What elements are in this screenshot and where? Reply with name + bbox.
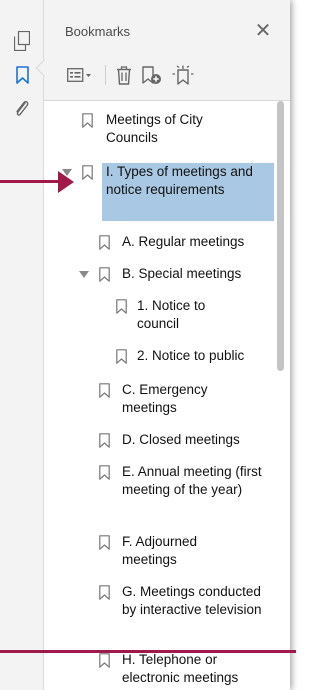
scrollbar[interactable]	[276, 101, 286, 690]
bookmark-icon	[99, 383, 110, 398]
panel-header: Bookmarks ✕	[44, 0, 290, 52]
bookmark-icon	[82, 165, 93, 180]
bookmark-label: I. Types of meetings and notice requirem…	[102, 163, 274, 221]
close-icon[interactable]: ✕	[254, 21, 272, 41]
bookmark-label: Meetings of City Councils	[106, 112, 203, 145]
bookmark-item[interactable]: D. Closed meetings	[44, 431, 274, 451]
bookmark-item[interactable]: Meetings of City Councils	[44, 111, 274, 151]
bookmark-icon	[99, 267, 110, 282]
bookmark-item[interactable]: A. Regular meetings	[44, 233, 274, 253]
new-bookmark-icon[interactable]	[136, 63, 168, 87]
bookmark-item[interactable]: 2. Notice to public	[44, 347, 274, 367]
bookmark-icon	[99, 235, 110, 250]
annotation-arrow-line	[0, 180, 60, 183]
bookmark-label: D. Closed meetings	[122, 432, 240, 447]
bookmark-item[interactable]: C. Emergency meetings	[44, 381, 274, 421]
panel-title: Bookmarks	[65, 24, 131, 39]
annotation-divider-line	[0, 650, 296, 653]
disclosure-triangle-icon[interactable]	[79, 271, 89, 278]
bookmark-label: B. Special meetings	[122, 266, 242, 281]
bookmark-label: F. Adjourned meetings	[122, 534, 198, 567]
bookmark-item[interactable]: B. Special meetings	[44, 265, 274, 285]
bookmark-item-selected[interactable]: I. Types of meetings and notice requirem…	[44, 163, 274, 221]
bookmarks-tree-area: Meetings of City Councils I. Types of me…	[44, 100, 290, 690]
paperclip-icon[interactable]	[10, 97, 34, 121]
bookmark-label: H. Telephone or electronic meetings	[122, 652, 239, 685]
scroll-thumb[interactable]	[277, 101, 284, 371]
bookmark-item[interactable]: F. Adjourned meetings	[44, 533, 274, 573]
bookmarks-window: Bookmarks ✕ Meetings of City Councils I.…	[0, 0, 290, 690]
bookmark-icon	[116, 349, 127, 364]
bookmark-item[interactable]: H. Telephone or electronic meetings	[44, 651, 274, 690]
options-menu-icon[interactable]	[65, 63, 99, 87]
bookmark-label: 2. Notice to public	[137, 348, 245, 363]
bookmark-icon	[99, 465, 110, 480]
bookmark-icon	[99, 653, 110, 668]
bookmark-label: A. Regular meetings	[122, 234, 245, 249]
bookmark-label: C. Emergency meetings	[122, 382, 208, 415]
bookmark-item[interactable]: 1. Notice to council	[44, 297, 274, 337]
bookmarks-panel: Bookmarks ✕ Meetings of City Councils I.…	[35, 0, 290, 690]
annotation-arrow-head	[58, 171, 74, 193]
delete-bookmark-icon[interactable]	[112, 63, 136, 87]
bookmark-item[interactable]: G. Meetings conducted by interactive tel…	[44, 583, 274, 641]
bookmark-icon	[116, 299, 127, 314]
toolbar-separator	[105, 65, 106, 85]
bookmark-icon	[82, 113, 93, 128]
bookmark-label: G. Meetings conducted by interactive tel…	[122, 584, 262, 617]
bookmark-item[interactable]: E. Annual meeting (first meeting of the …	[44, 463, 274, 521]
navigation-rail	[0, 0, 44, 690]
pages-icon[interactable]	[10, 29, 34, 53]
bookmark-icon[interactable]	[10, 63, 34, 87]
bookmark-icon	[99, 535, 110, 550]
bookmark-icon	[99, 433, 110, 448]
bookmark-label: E. Annual meeting (first meeting of the …	[122, 464, 262, 497]
expand-bookmark-icon[interactable]	[168, 63, 198, 87]
bookmark-label: 1. Notice to council	[137, 298, 206, 331]
bookmark-icon	[99, 585, 110, 600]
bookmarks-toolbar	[65, 60, 275, 90]
